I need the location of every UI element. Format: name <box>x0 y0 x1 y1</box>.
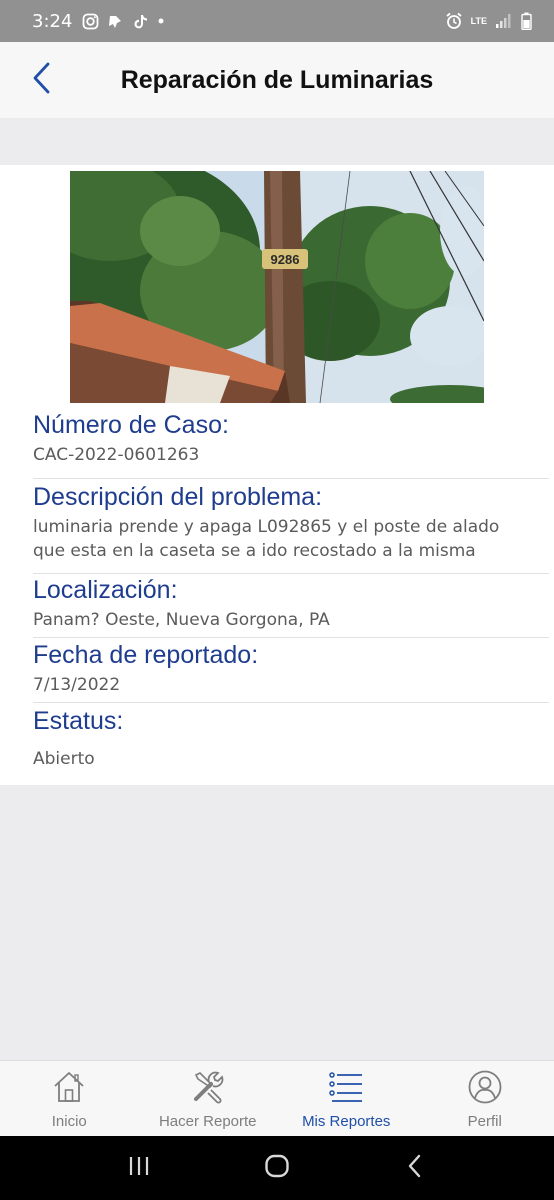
status-label: Estatus: <box>33 707 124 735</box>
case-number-label: Número de Caso: <box>33 411 229 439</box>
tab-label: Perfil <box>467 1113 502 1130</box>
tab-inicio[interactable]: Inicio <box>0 1061 139 1136</box>
home-icon <box>52 1070 86 1109</box>
description-field: Descripción del problema: luminaria pren… <box>33 483 549 563</box>
reported-date-field: Fecha de reportado: 7/13/2022 <box>33 641 549 697</box>
status-value: Abierto <box>33 749 95 769</box>
back-button[interactable] <box>26 62 56 98</box>
reported-date-value: 7/13/2022 <box>33 675 121 695</box>
dot-icon <box>157 17 165 25</box>
description-line-2: que esta en la caseta se a ido recostado… <box>33 541 476 561</box>
case-number-field: Número de Caso: CAC-2022-0601263 <box>33 411 549 467</box>
tiktok-icon <box>132 13 149 30</box>
tab-label: Mis Reportes <box>302 1113 391 1130</box>
divider <box>33 637 549 638</box>
report-detail-card: 9286 Número de Caso: CAC-2022-0601263 De… <box>0 165 554 785</box>
divider <box>33 478 549 479</box>
bottom-tab-bar: Inicio Hacer Reporte Mis Reportes Perfil <box>0 1060 554 1136</box>
tab-label: Inicio <box>51 1113 87 1130</box>
tab-mis-reportes[interactable]: Mis Reportes <box>277 1061 416 1136</box>
tab-hacer-reporte[interactable]: Hacer Reporte <box>139 1061 278 1136</box>
description-line-1: luminaria prende y apaga L092865 y el po… <box>33 517 500 537</box>
status-bar: 3:24 LTE <box>0 0 554 42</box>
status-field: Estatus: Abierto <box>33 707 549 771</box>
case-number-value: CAC-2022-0601263 <box>33 445 200 465</box>
network-type: LTE <box>470 15 487 26</box>
pole-tag-text: 9286 <box>271 252 300 267</box>
description-label: Descripción del problema: <box>33 483 323 511</box>
divider <box>33 702 549 703</box>
battery-icon <box>521 12 532 30</box>
status-time: 3:24 <box>32 10 73 32</box>
tab-label: Hacer Reporte <box>158 1113 257 1130</box>
pin-icon <box>107 13 124 30</box>
instagram-icon <box>82 13 99 30</box>
signal-icon <box>495 13 513 29</box>
recents-icon <box>127 1155 151 1182</box>
location-field: Localización: Panam? Oeste, Nueva Gorgon… <box>33 576 549 632</box>
chevron-left-icon <box>31 62 51 99</box>
system-back-button[interactable] <box>385 1143 445 1193</box>
location-value: Panam? Oeste, Nueva Gorgona, PA <box>33 610 330 630</box>
description-value: luminaria prende y apaga L092865 y el po… <box>33 515 549 563</box>
tab-perfil[interactable]: Perfil <box>416 1061 554 1136</box>
report-photo[interactable]: 9286 <box>70 171 484 403</box>
divider <box>33 573 549 574</box>
location-label: Localización: <box>33 576 178 604</box>
recents-button[interactable] <box>109 1143 169 1193</box>
alarm-icon <box>445 12 463 30</box>
system-nav-bar <box>0 1136 554 1200</box>
list-icon <box>328 1070 364 1109</box>
back-arrow-icon <box>406 1153 424 1184</box>
tools-icon <box>191 1070 225 1109</box>
home-button[interactable] <box>247 1143 307 1193</box>
page-title: Reparación de Luminarias <box>120 65 434 94</box>
home-circle-icon <box>264 1153 290 1184</box>
reported-date-label: Fecha de reportado: <box>33 641 259 669</box>
app-header: Reparación de Luminarias <box>0 42 554 118</box>
user-icon <box>468 1070 502 1109</box>
